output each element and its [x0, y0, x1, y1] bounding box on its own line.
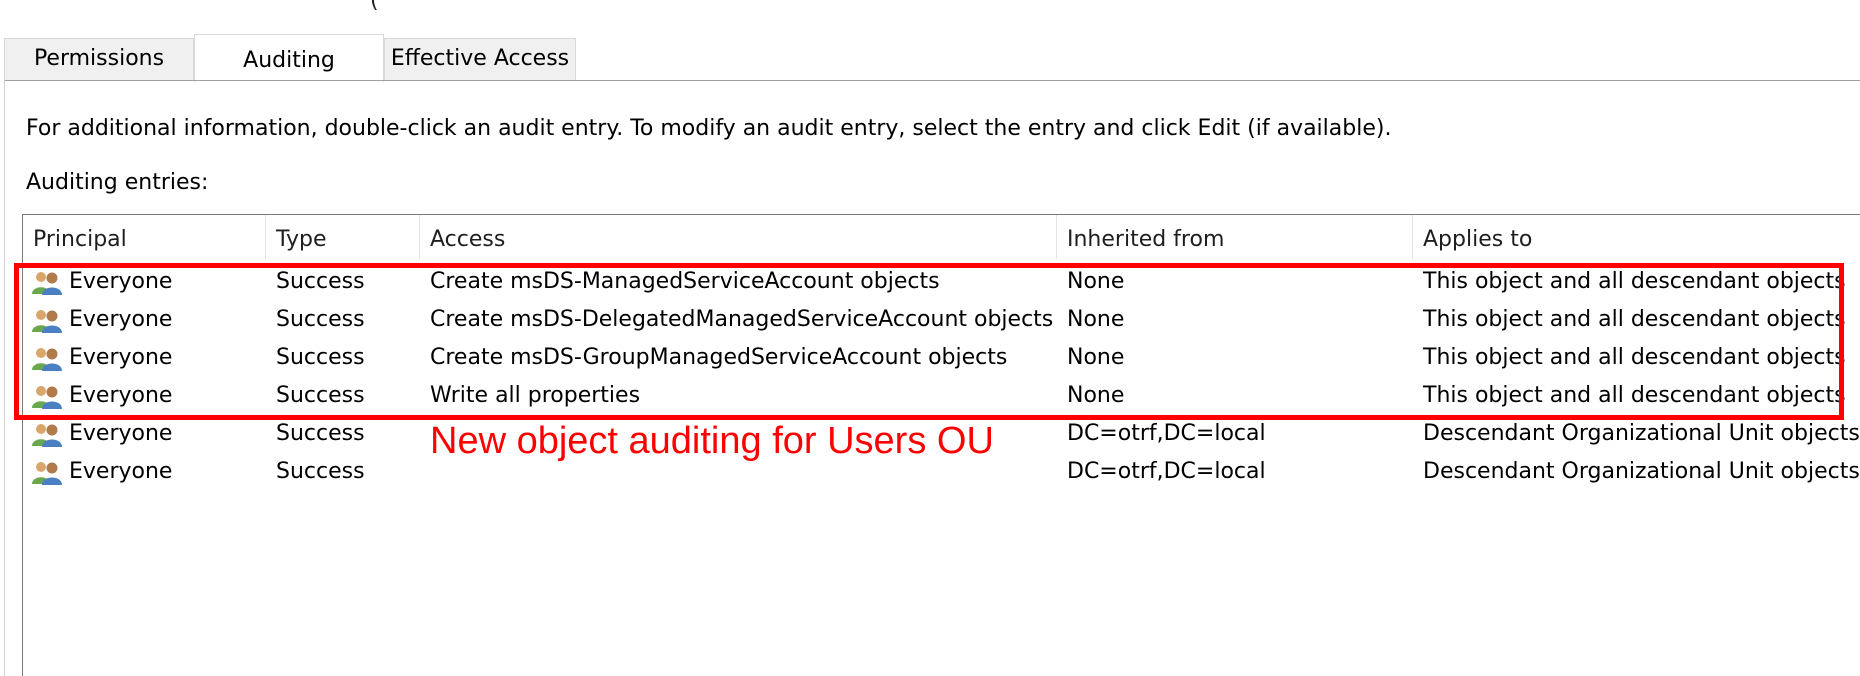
column-header-inherited-from[interactable]: Inherited from: [1057, 215, 1413, 259]
table-row[interactable]: Everyone Success Create msDS-DelegatedMa…: [23, 301, 1860, 339]
cell-applies-to: This object and all descendant objects: [1423, 307, 1846, 332]
clipped-header-text: (: [370, 0, 379, 13]
tab-permissions[interactable]: Permissions: [4, 38, 194, 80]
tab-strip: Permissions Auditing Effective Access: [0, 34, 1860, 82]
cell-principal: Everyone: [69, 307, 173, 332]
cell-access: Create msDS-GroupManagedServiceAccount o…: [430, 345, 1008, 370]
tab-divider: [4, 80, 1860, 81]
cell-type: Success: [276, 383, 365, 408]
tab-label: Permissions: [33, 46, 165, 71]
tab-label: Effective Access: [390, 46, 570, 71]
tab-effective-access[interactable]: Effective Access: [384, 38, 576, 80]
users-group-icon: [31, 346, 63, 372]
cell-applies-to: This object and all descendant objects: [1423, 345, 1846, 370]
cell-access: Create msDS-DelegatedManagedServiceAccou…: [430, 307, 1054, 332]
cell-applies-to: This object and all descendant objects: [1423, 269, 1846, 294]
info-text: For additional information, double-click…: [26, 116, 1392, 141]
column-header-principal[interactable]: Principal: [23, 215, 266, 259]
cell-principal: Everyone: [69, 459, 173, 484]
cell-inherited-from: None: [1067, 307, 1125, 332]
cell-access: Create msDS-ManagedServiceAccount object…: [430, 269, 940, 294]
cell-principal: Everyone: [69, 383, 173, 408]
users-group-icon: [31, 308, 63, 334]
cell-principal: Everyone: [69, 269, 173, 294]
column-header-type[interactable]: Type: [266, 215, 420, 259]
cell-inherited-from: None: [1067, 269, 1125, 294]
cell-inherited-from: None: [1067, 383, 1125, 408]
cell-inherited-from: DC=otrf,DC=local: [1067, 459, 1266, 484]
auditing-entries-label: Auditing entries:: [26, 170, 209, 195]
advanced-security-settings-window: ( Permissions Auditing Effective Access …: [0, 0, 1860, 676]
cell-applies-to: Descendant Organizational Unit objects: [1423, 459, 1860, 484]
users-group-icon: [31, 384, 63, 410]
annotation-label: New object auditing for Users OU: [430, 420, 994, 462]
cell-type: Success: [276, 269, 365, 294]
cell-principal: Everyone: [69, 421, 173, 446]
cell-inherited-from: None: [1067, 345, 1125, 370]
tab-auditing[interactable]: Auditing: [194, 34, 384, 82]
users-group-icon: [31, 270, 63, 296]
users-group-icon: [31, 422, 63, 448]
table-row[interactable]: Everyone Success Create msDS-ManagedServ…: [23, 263, 1860, 301]
users-group-icon: [31, 460, 63, 486]
cell-inherited-from: DC=otrf,DC=local: [1067, 421, 1266, 446]
cell-type: Success: [276, 345, 365, 370]
cell-type: Success: [276, 421, 365, 446]
cell-applies-to: Descendant Organizational Unit objects: [1423, 421, 1860, 446]
column-header-access[interactable]: Access: [420, 215, 1057, 259]
column-header-applies-to[interactable]: Applies to: [1413, 215, 1860, 259]
tab-label: Auditing: [243, 48, 335, 73]
cell-type: Success: [276, 459, 365, 484]
cell-type: Success: [276, 307, 365, 332]
cell-access: Write all properties: [430, 383, 641, 408]
table-row[interactable]: Everyone Success Write all properties No…: [23, 377, 1860, 415]
cell-principal: Everyone: [69, 345, 173, 370]
table-row[interactable]: Everyone Success Create msDS-GroupManage…: [23, 339, 1860, 377]
panel-left-border: [4, 80, 5, 676]
cell-applies-to: This object and all descendant objects: [1423, 383, 1846, 408]
